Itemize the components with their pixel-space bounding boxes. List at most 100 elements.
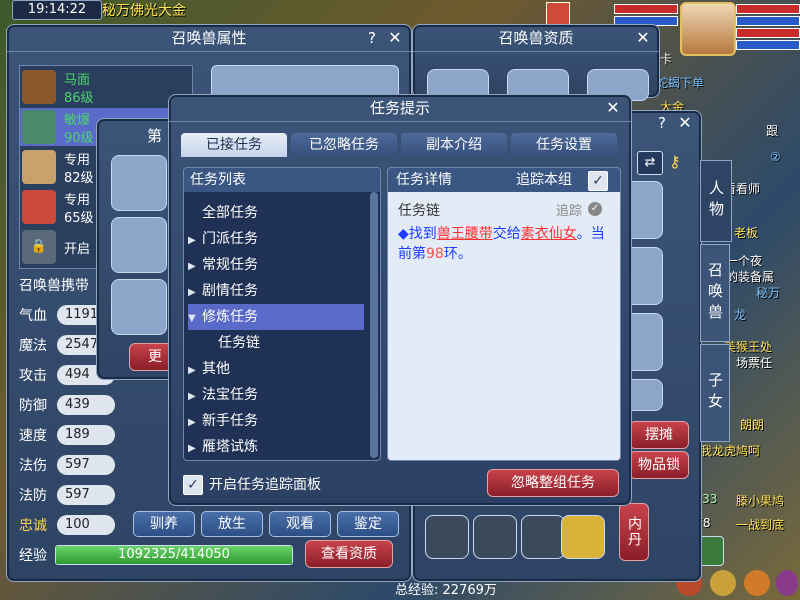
track-check-icon[interactable]: ✓ <box>588 202 602 216</box>
task-category-sect[interactable]: ▶ 门派任务 <box>188 226 364 252</box>
side-text-9: 的装备属 <box>726 270 775 284</box>
side-text-5: ② <box>770 150 781 164</box>
tab-task-settings[interactable]: 任务设置 <box>511 133 617 157</box>
stat-speed-value: 189 <box>57 425 115 445</box>
side-text-1: 卡 <box>660 52 673 66</box>
task-detail-name: 任务链 <box>398 203 440 219</box>
key-icon[interactable]: ⚷ <box>669 151 689 173</box>
npc-link-1[interactable]: 兽王腰带 <box>437 226 493 242</box>
expand-icon: ▶ <box>188 443 196 454</box>
side-text-7: 老板 <box>734 226 759 240</box>
task-chain-item[interactable]: 任务链 <box>188 330 380 356</box>
collapse-icon: ▼ <box>188 313 196 324</box>
track-group-checkbox[interactable]: ✓ <box>588 171 608 191</box>
side-text-17: 滕小果鸠 <box>736 494 785 508</box>
close-icon[interactable]: ✕ <box>633 28 653 48</box>
close-icon[interactable]: ✕ <box>675 113 695 133</box>
tab-accepted-tasks[interactable]: 已接任务 <box>181 133 287 157</box>
tab-ignored-tasks[interactable]: 已忽略任务 <box>291 133 397 157</box>
skill-slot-3[interactable] <box>111 279 167 335</box>
task-list-scrollbar[interactable] <box>370 192 378 458</box>
lock-icon: 🔒 <box>22 230 56 264</box>
swap-icon[interactable]: ⇄ <box>637 151 663 175</box>
release-button[interactable]: 放生 <box>201 511 263 537</box>
task-list-header: 任务列表 <box>184 168 380 192</box>
pet-name: 开启 <box>64 242 91 257</box>
exp-value: 1092325/414050 <box>118 547 230 562</box>
task-description: ◆找到兽王腰带交给素衣仙女。当前第98环。 <box>398 226 605 262</box>
side-text-14: 朗朗 <box>740 418 765 432</box>
friends-icon[interactable] <box>776 570 798 596</box>
task-track-label: 追踪 <box>556 204 583 219</box>
expand-icon: ▶ <box>188 391 196 402</box>
exp-label: 经验 <box>19 548 47 564</box>
pet-name: 专用 <box>64 193 91 208</box>
pet-avatar-icon <box>22 70 56 104</box>
tab-children[interactable]: 子女 <box>700 344 730 442</box>
side-text-2: 蛇蝎下单 <box>656 76 705 90</box>
view-button[interactable]: 观看 <box>269 511 331 537</box>
view-aptitude-button[interactable]: 查看资质 <box>305 540 393 568</box>
neidan-slot-1[interactable] <box>425 515 469 559</box>
item-icon[interactable] <box>710 570 736 596</box>
ignore-group-button[interactable]: 忽略整组任务 <box>487 469 619 497</box>
neidan-slot-3[interactable] <box>521 515 565 559</box>
player-avatar[interactable] <box>680 2 736 56</box>
tame-button[interactable]: 驯养 <box>133 511 195 537</box>
pet-avatar-icon <box>22 190 56 224</box>
task-category-all[interactable]: 全部任务 <box>188 200 364 226</box>
tab-pet[interactable]: 召唤兽 <box>700 244 730 342</box>
pet-name: 敏爆 <box>64 113 91 128</box>
neidan-slot-2[interactable] <box>473 515 517 559</box>
neidan-button[interactable]: 内丹 <box>619 503 649 561</box>
task-category-regular[interactable]: ▶ 常规任务 <box>188 252 364 278</box>
skill-panel-title: 第 <box>147 127 163 145</box>
task-detail-panel: 任务详情 追踪本组 ✓ 任务链 追踪 ✓ ◆找到兽王腰带交给素衣仙女。当前第98… <box>387 167 621 461</box>
hp-bar <box>736 4 800 14</box>
expand-icon: ▶ <box>188 287 196 298</box>
stall-button[interactable]: 摆摊 <box>629 421 689 449</box>
task-category-story[interactable]: ▶ 剧情任务 <box>188 278 364 304</box>
task-category-cultivation[interactable]: ▼ 修炼任务 <box>188 304 364 330</box>
track-group-label: 追踪本组 <box>516 172 572 188</box>
task-detail-header: 任务详情 <box>388 168 620 192</box>
tab-character[interactable]: 人物 <box>700 160 732 242</box>
task-category-treasure[interactable]: ▶ 法宝任务 <box>188 382 364 408</box>
task-category-newbie[interactable]: ▶ 新手任务 <box>188 408 364 434</box>
skill-slot-2[interactable] <box>111 217 167 273</box>
side-text-21: 一战到底 <box>736 518 785 532</box>
stat-hp-label: 气血 <box>19 308 47 324</box>
appraise-button[interactable]: 鉴定 <box>337 511 399 537</box>
side-text-8: 一个夜 <box>726 254 763 268</box>
pet-attribute-title: 召唤兽属性 <box>7 25 411 52</box>
stat-magic-dmg-label: 法伤 <box>19 458 47 474</box>
side-text-10: 秘万 <box>756 286 781 300</box>
pet-avatar[interactable] <box>546 2 570 26</box>
mp-bar <box>736 16 800 26</box>
close-icon[interactable]: ✕ <box>603 98 623 118</box>
npc-link-2[interactable]: 素衣仙女 <box>521 226 577 242</box>
total-exp-label: 总经验: 22769万 <box>395 583 497 598</box>
help-icon[interactable]: ? <box>363 28 381 48</box>
system-icon[interactable] <box>744 570 770 596</box>
side-text-4: 跟 <box>766 124 779 138</box>
task-category-pagoda[interactable]: ▶ 雁塔试炼 <box>188 434 364 460</box>
neidan-slot-4[interactable] <box>561 515 605 559</box>
side-text-15: 我龙虎鸠呵 <box>700 444 761 458</box>
expand-icon: ▶ <box>188 417 196 428</box>
pet-avatar-icon <box>22 110 56 144</box>
task-category-other[interactable]: ▶ 其他 <box>188 356 364 382</box>
skill-slot-1[interactable] <box>111 155 167 211</box>
task-window: 任务提示 ✕ 已接任务 已忽略任务 副本介绍 任务设置 任务列表 全部任务 ▶ 门… <box>168 94 632 506</box>
pet-level: 90级 <box>64 131 94 146</box>
expand-icon: ▶ <box>188 261 196 272</box>
carry-label: 召唤兽携带 <box>19 278 89 294</box>
open-panel-checkbox[interactable]: ✓ <box>183 475 203 495</box>
item-lock-button[interactable]: 物品锁 <box>629 451 689 479</box>
pet-list-item[interactable]: 马面 86级 <box>20 68 188 106</box>
task-tabs: 已接任务 已忽略任务 副本介绍 任务设置 <box>181 133 621 157</box>
tab-dungeon-intro[interactable]: 副本介绍 <box>401 133 507 157</box>
close-icon[interactable]: ✕ <box>385 28 405 48</box>
help-icon[interactable]: ? <box>653 113 671 133</box>
expand-icon: ▶ <box>188 235 196 246</box>
